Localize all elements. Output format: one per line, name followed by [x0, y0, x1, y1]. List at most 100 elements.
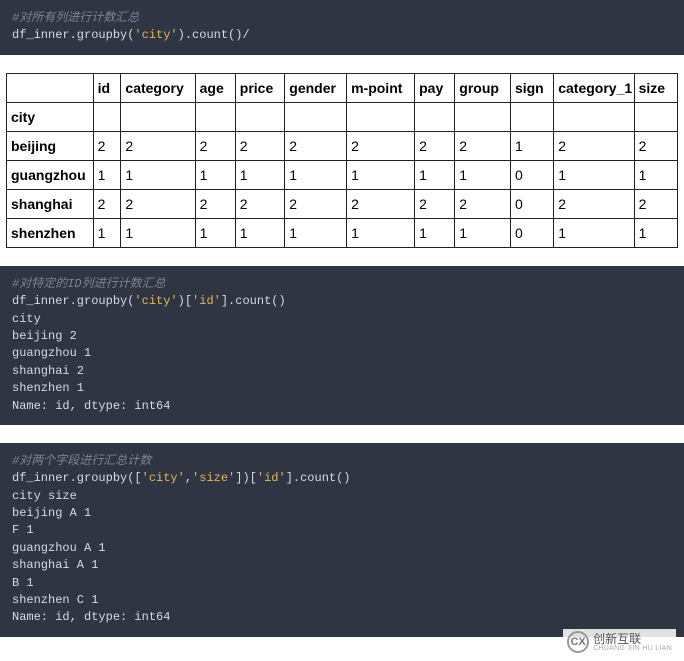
table-body: beijing 2 2 2 2 2 2 2 2 1 2 2 guangzhou …	[7, 131, 678, 247]
cell: 2	[121, 131, 195, 160]
watermark-logo: CX 创新互联 CHUANG XIN HU LIAN	[563, 629, 676, 655]
cell: 1	[285, 160, 347, 189]
code-line: df_inner.groupby(['city','size'])['id'].…	[12, 470, 672, 487]
result-table: id category age price gender m-point pay…	[6, 73, 678, 248]
code-token: ])[	[235, 471, 257, 485]
code-string: 'city'	[142, 471, 185, 485]
code-token: ,	[185, 471, 192, 485]
cell: 2	[415, 131, 455, 160]
cell: 2	[415, 189, 455, 218]
header-price: price	[235, 73, 284, 102]
header-pay: pay	[415, 73, 455, 102]
header-sign: sign	[510, 73, 553, 102]
table-header-row: id category age price gender m-point pay…	[7, 73, 678, 102]
cell: 1	[554, 160, 634, 189]
cell: 2	[455, 189, 511, 218]
code-token: df_inner.groupby([	[12, 471, 142, 485]
header-category: category	[121, 73, 195, 102]
header-category-1: category_1	[554, 73, 634, 102]
cell: 2	[285, 131, 347, 160]
cell: 1	[195, 160, 235, 189]
cell: 1	[121, 160, 195, 189]
cell: 1	[347, 218, 415, 247]
cell: 2	[554, 189, 634, 218]
header-mpoint: m-point	[347, 73, 415, 102]
cell: 1	[93, 218, 121, 247]
code-string: 'city'	[134, 28, 177, 42]
code-comment: #对所有列进行计数汇总	[12, 10, 672, 27]
code-line: df_inner.groupby('city')['id'].count()	[12, 293, 672, 310]
table-row: beijing 2 2 2 2 2 2 2 2 1 2 2	[7, 131, 678, 160]
cell: 2	[285, 189, 347, 218]
cell: 1	[415, 160, 455, 189]
code-comment: #对两个字段进行汇总计数	[12, 453, 672, 470]
cell: 1	[634, 218, 677, 247]
cell: 1	[634, 160, 677, 189]
cell: 2	[235, 131, 284, 160]
cell: 2	[121, 189, 195, 218]
cell: 0	[510, 189, 553, 218]
cell: 1	[510, 131, 553, 160]
code-token: df_inner.groupby(	[12, 294, 134, 308]
cell: 0	[510, 218, 553, 247]
row-label: shanghai	[7, 189, 94, 218]
code-block-3: #对两个字段进行汇总计数 df_inner.groupby(['city','s…	[0, 443, 684, 637]
cell: 1	[235, 218, 284, 247]
cell: 2	[347, 189, 415, 218]
code-block-1: #对所有列进行计数汇总 df_inner.groupby('city').cou…	[0, 0, 684, 55]
table-row: shenzhen 1 1 1 1 1 1 1 1 0 1 1	[7, 218, 678, 247]
code-output: city size beijing A 1 F 1 guangzhou A 1 …	[12, 488, 672, 627]
cell: 2	[554, 131, 634, 160]
cell: 1	[93, 160, 121, 189]
code-line: df_inner.groupby('city').count()/	[12, 27, 672, 44]
table-row: shanghai 2 2 2 2 2 2 2 2 0 2 2	[7, 189, 678, 218]
code-token: )[	[178, 294, 192, 308]
cell: 1	[415, 218, 455, 247]
header-age: age	[195, 73, 235, 102]
cell: 1	[285, 218, 347, 247]
header-id: id	[93, 73, 121, 102]
code-string: 'size'	[192, 471, 235, 485]
row-label: shenzhen	[7, 218, 94, 247]
code-token: ].count()	[221, 294, 286, 308]
cell: 2	[93, 189, 121, 218]
header-size: size	[634, 73, 677, 102]
logo-text: 创新互联	[593, 633, 672, 645]
cell: 1	[121, 218, 195, 247]
cell: 2	[195, 131, 235, 160]
cell: 1	[347, 160, 415, 189]
logo-mark: CX	[567, 631, 589, 653]
code-output: city beijing 2 guangzhou 1 shanghai 2 sh…	[12, 311, 672, 415]
code-token: ].count()	[286, 471, 351, 485]
cell: 2	[455, 131, 511, 160]
header-group: group	[455, 73, 511, 102]
code-token: ).count()/	[178, 28, 250, 42]
cell: 2	[235, 189, 284, 218]
result-table-wrap: id category age price gender m-point pay…	[0, 73, 684, 266]
code-comment: #对特定的ID列进行计数汇总	[12, 276, 672, 293]
code-string: 'id'	[257, 471, 286, 485]
cell: 1	[455, 160, 511, 189]
code-string: 'id'	[192, 294, 221, 308]
table-index-row: city	[7, 102, 678, 131]
cell: 1	[195, 218, 235, 247]
header-corner	[7, 73, 94, 102]
cell: 1	[455, 218, 511, 247]
row-label: guangzhou	[7, 160, 94, 189]
cell: 2	[93, 131, 121, 160]
cell: 2	[634, 189, 677, 218]
code-token: df_inner.groupby(	[12, 28, 134, 42]
cell: 2	[347, 131, 415, 160]
table-row: guangzhou 1 1 1 1 1 1 1 1 0 1 1	[7, 160, 678, 189]
cell: 1	[235, 160, 284, 189]
row-label: beijing	[7, 131, 94, 160]
code-block-2: #对特定的ID列进行计数汇总 df_inner.groupby('city')[…	[0, 266, 684, 425]
index-label: city	[7, 102, 94, 131]
cell: 2	[634, 131, 677, 160]
logo-subtext: CHUANG XIN HU LIAN	[593, 645, 672, 652]
code-string: 'city'	[134, 294, 177, 308]
cell: 0	[510, 160, 553, 189]
cell: 2	[195, 189, 235, 218]
header-gender: gender	[285, 73, 347, 102]
cell: 1	[554, 218, 634, 247]
